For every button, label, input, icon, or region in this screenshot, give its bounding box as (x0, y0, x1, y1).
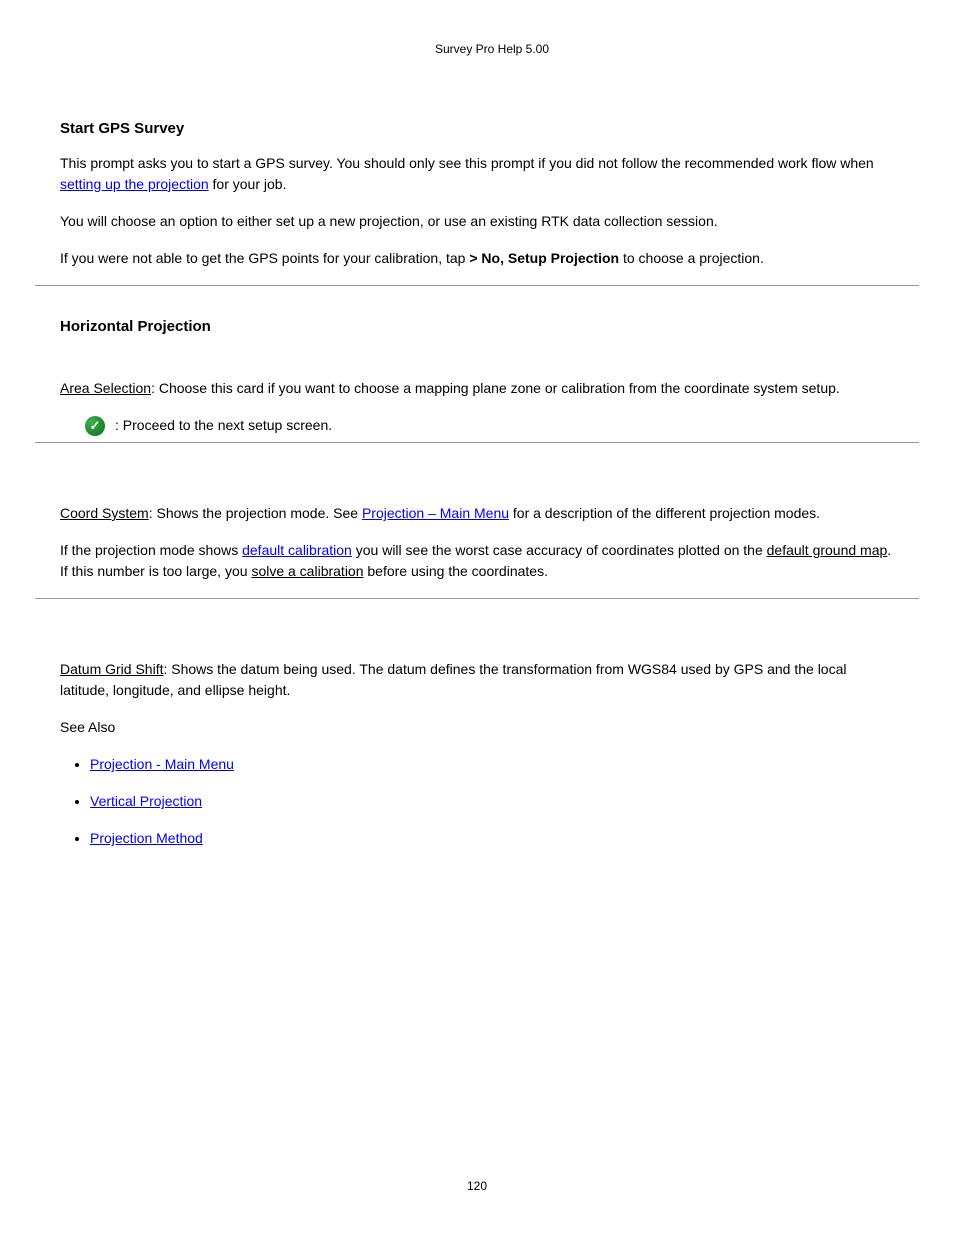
paragraph: Area Selection: Choose this card if you … (60, 378, 894, 399)
paragraph: You will choose an option to either set … (60, 211, 894, 232)
check-row: ✓ : Proceed to the next setup screen. (60, 415, 894, 436)
link-setting-up-projection[interactable]: setting up the projection (60, 176, 209, 192)
paragraph: If the projection mode shows default cal… (60, 540, 894, 582)
link-projection-method[interactable]: Projection Method (90, 830, 203, 846)
header-text: Survey Pro Help 5.00 (435, 42, 549, 56)
link-projection-main-menu[interactable]: Projection – Main Menu (362, 505, 509, 521)
label-datum-grid-shift: Datum Grid Shift (60, 661, 163, 677)
label-coord-system: Coord System (60, 505, 149, 521)
list-item: Projection Method (90, 828, 894, 849)
check-text: : Proceed to the next setup screen. (115, 415, 332, 436)
see-also-list: Projection - Main Menu Vertical Projecti… (90, 754, 894, 849)
paragraph: Coord System: Shows the projection mode.… (60, 503, 894, 524)
check-icon: ✓ (85, 416, 105, 436)
divider (35, 598, 919, 599)
list-item: Projection - Main Menu (90, 754, 894, 775)
text-solve-calibration: solve a calibration (251, 563, 363, 579)
link-vertical-projection[interactable]: Vertical Projection (90, 793, 202, 809)
divider (35, 442, 919, 443)
paragraph: This prompt asks you to start a GPS surv… (60, 153, 894, 195)
divider (35, 285, 919, 286)
section-title-horizontal: Horizontal Projection (60, 316, 894, 339)
label-area-selection: Area Selection (60, 380, 151, 396)
paragraph: Datum Grid Shift: Shows the datum being … (60, 659, 894, 701)
link-projection-main-menu-2[interactable]: Projection - Main Menu (90, 756, 234, 772)
page-number: 120 (467, 1179, 487, 1193)
see-also-label: See Also (60, 717, 894, 738)
page-header: Survey Pro Help 5.00 (35, 40, 919, 58)
link-default-calibration[interactable]: default calibration (242, 542, 352, 558)
paragraph: If you were not able to get the GPS poin… (60, 248, 894, 269)
text-default-ground-map: default ground map (767, 542, 888, 558)
list-item: Vertical Projection (90, 791, 894, 812)
page-footer: 120 (0, 1177, 954, 1195)
page-content: Start GPS Survey This prompt asks you to… (35, 118, 919, 849)
section-title-start-gps: Start GPS Survey (60, 118, 894, 141)
